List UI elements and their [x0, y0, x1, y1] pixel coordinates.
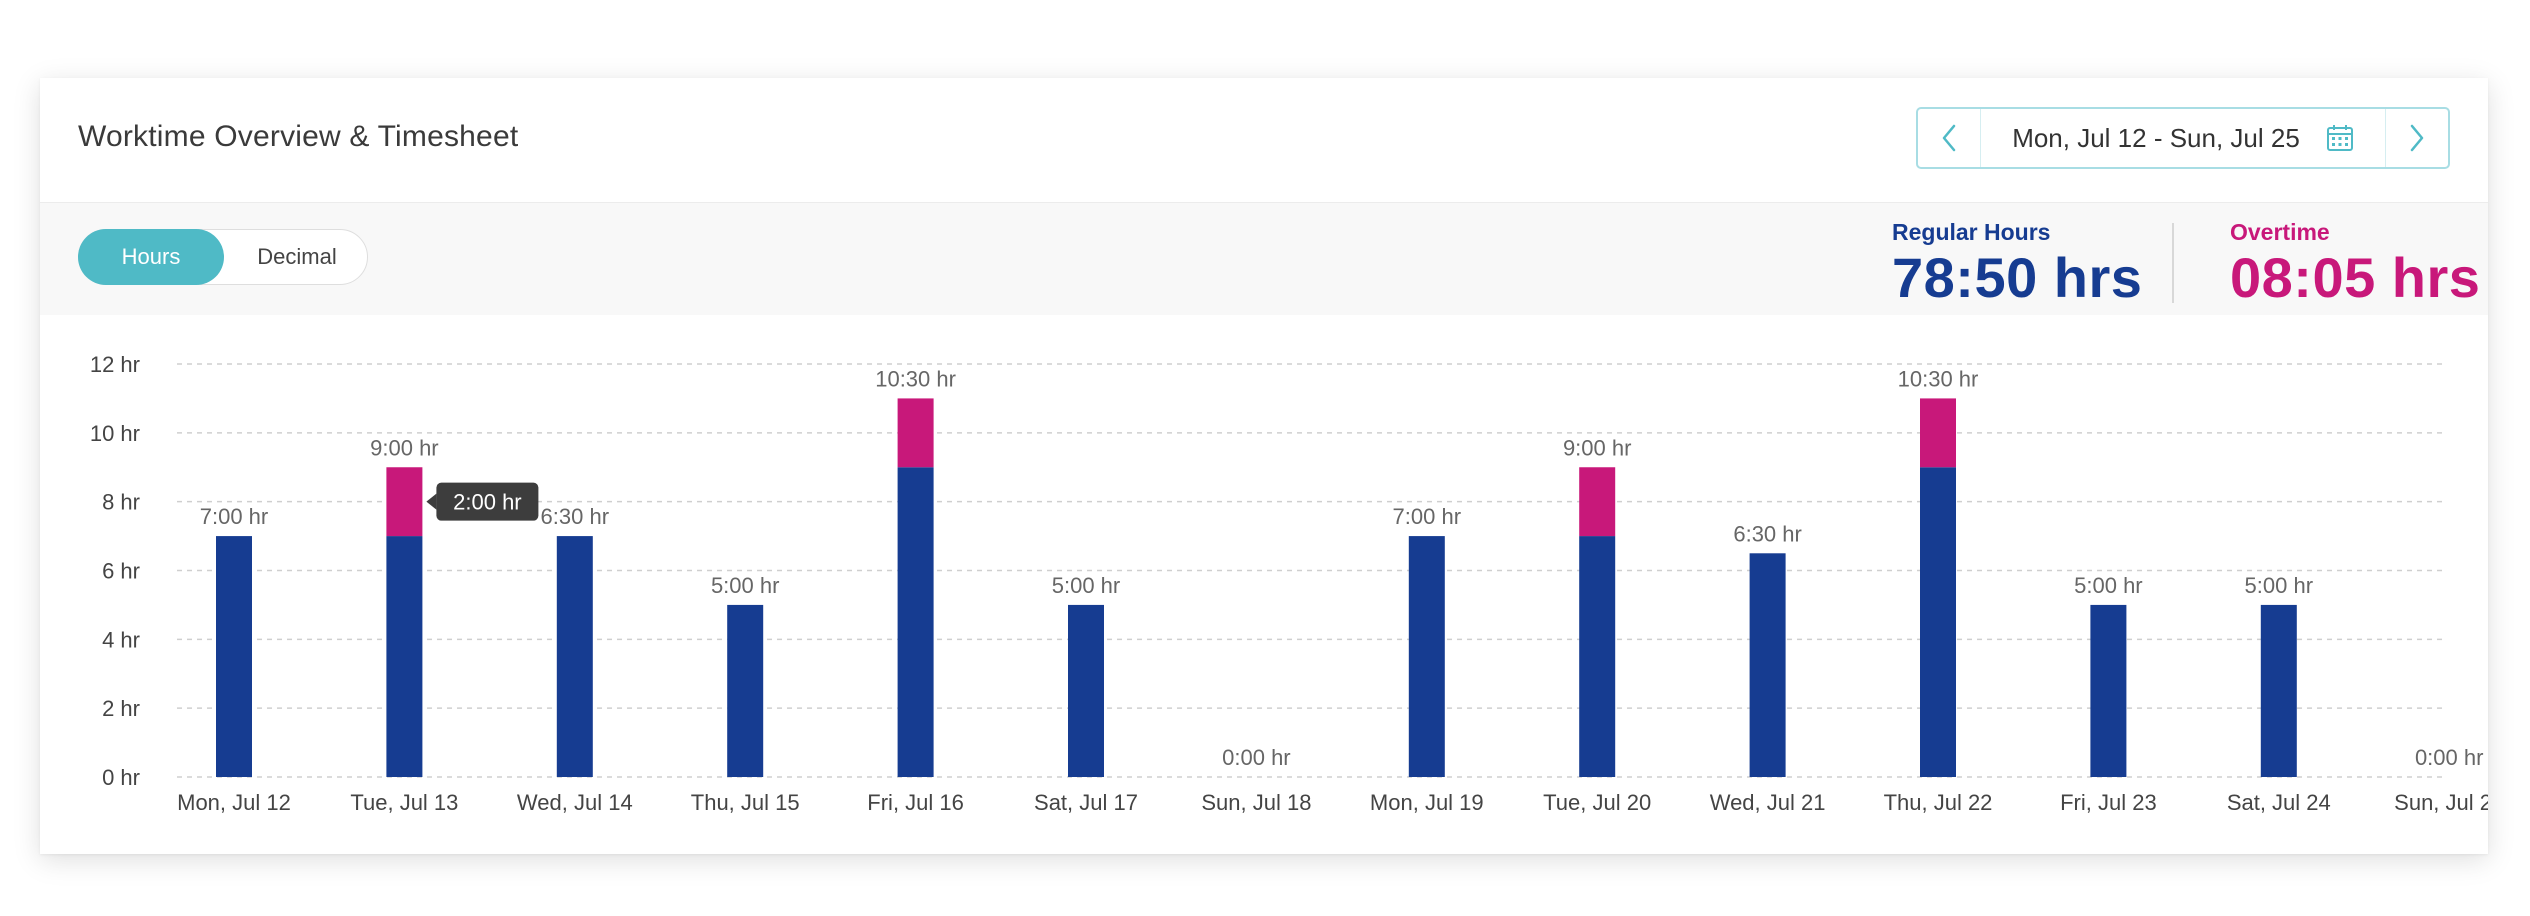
overtime-bar[interactable] [386, 467, 423, 537]
bar-value-label: 7:00 hr [200, 504, 269, 529]
bar-value-label: 0:00 hr [2415, 745, 2484, 770]
x-tick-label: Fri, Jul 16 [867, 790, 964, 815]
regular-hours-bar[interactable] [386, 536, 423, 777]
regular-hours-bar[interactable] [727, 604, 764, 777]
overtime-bar[interactable] [1579, 467, 1616, 537]
tooltip-arrow [426, 493, 437, 510]
bar-value-label: 7:00 hr [1393, 504, 1462, 529]
y-tick-label: 4 hr [102, 627, 140, 652]
overtime-bar[interactable] [897, 398, 934, 468]
bar-value-label: 6:30 hr [1733, 521, 1802, 546]
x-tick-label: Sun, Jul 25 [2394, 790, 2488, 815]
bar-value-label: 5:00 hr [1052, 573, 1121, 598]
x-tick-label: Sun, Jul 18 [1201, 790, 1311, 815]
bar-value-label: 10:30 hr [875, 366, 956, 391]
y-tick-label: 12 hr [90, 352, 140, 377]
regular-hours-bar[interactable] [1408, 536, 1445, 777]
x-tick-label: Tue, Jul 20 [1543, 790, 1651, 815]
bar-value-label: 10:30 hr [1898, 366, 1979, 391]
x-tick-label: Mon, Jul 12 [177, 790, 291, 815]
bar-value-label: 9:00 hr [1563, 435, 1632, 460]
x-tick-label: Fri, Jul 23 [2060, 790, 2157, 815]
regular-hours-bar[interactable] [1068, 604, 1104, 777]
regular-hours-bar[interactable] [1920, 467, 1956, 777]
x-tick-label: Sat, Jul 17 [1034, 790, 1138, 815]
y-tick-label: 6 hr [102, 559, 140, 584]
x-tick-label: Thu, Jul 15 [691, 790, 800, 815]
y-tick-label: 10 hr [90, 421, 140, 446]
x-tick-label: Tue, Jul 13 [350, 790, 458, 815]
x-tick-label: Wed, Jul 14 [517, 790, 633, 815]
bar-value-label: 9:00 hr [370, 435, 439, 460]
regular-hours-bar[interactable] [1749, 553, 1786, 777]
worktime-chart: 0 hr 2 hr 4 hr 6 hr 8 hr 10 hr 12 hr 7:00 hr Mon… [90, 352, 2488, 815]
x-tick-label: Mon, Jul 19 [1370, 790, 1484, 815]
regular-hours-bar[interactable] [2090, 604, 2127, 777]
y-tick-label: 8 hr [102, 490, 140, 515]
y-tick-label: 0 hr [102, 765, 140, 790]
bar-value-label: 5:00 hr [2074, 573, 2143, 598]
regular-hours-bar[interactable] [1579, 536, 1616, 777]
tooltip-text: 2:00 hr [453, 490, 522, 515]
bar-value-label: 5:00 hr [711, 573, 780, 598]
y-tick-label: 2 hr [102, 696, 140, 721]
regular-hours-bar[interactable] [2260, 604, 2297, 777]
overtime-bar[interactable] [1920, 398, 1956, 468]
regular-hours-bar[interactable] [216, 536, 252, 777]
bar-value-label: 5:00 hr [2245, 573, 2314, 598]
regular-hours-bar[interactable] [556, 536, 593, 777]
x-tick-label: Thu, Jul 22 [1884, 790, 1993, 815]
regular-hours-bar[interactable] [897, 467, 934, 777]
bar-value-label: 6:30 hr [541, 504, 610, 529]
worktime-card: Worktime Overview & Timesheet Mon, Jul 1… [40, 78, 2488, 854]
x-tick-label: Wed, Jul 21 [1710, 790, 1826, 815]
x-tick-label: Sat, Jul 24 [2227, 790, 2331, 815]
bar-value-label: 0:00 hr [1222, 745, 1291, 770]
